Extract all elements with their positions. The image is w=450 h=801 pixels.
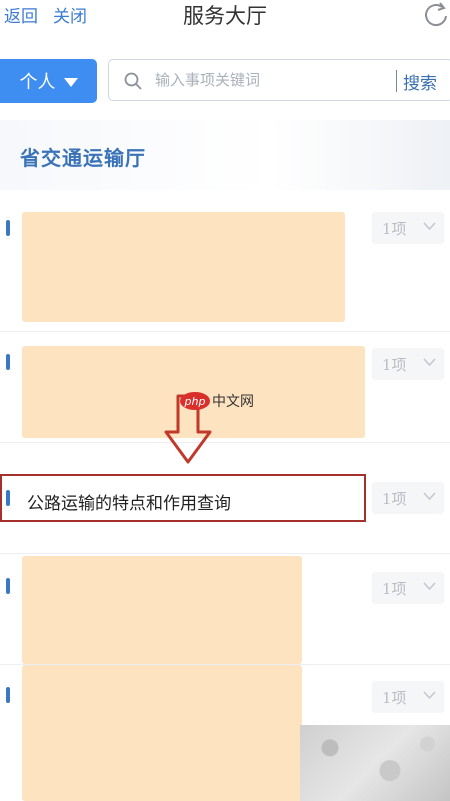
count-label: 1项 — [382, 688, 407, 707]
service-row-1[interactable]: 1项 — [0, 200, 450, 332]
row-marker — [6, 490, 10, 506]
chevron-down-icon — [423, 691, 436, 700]
row-marker — [6, 354, 10, 370]
count-dropdown[interactable]: 1项 — [372, 482, 444, 514]
department-title: 省交通运输厅 — [20, 146, 146, 170]
count-dropdown[interactable]: 1项 — [372, 348, 444, 380]
scope-label: 个人 — [19, 72, 56, 93]
chevron-down-icon — [423, 358, 436, 367]
watermark: php 中文网 — [180, 388, 254, 414]
count-dropdown[interactable]: 1项 — [372, 572, 444, 604]
row-marker — [6, 687, 10, 703]
scope-dropdown[interactable]: 个人 — [0, 59, 97, 103]
image-noise-block — [300, 725, 450, 801]
count-dropdown[interactable]: 1项 — [372, 681, 444, 713]
refresh-icon[interactable] — [420, 0, 450, 30]
count-label: 1项 — [382, 489, 407, 508]
watermark-logo: php — [180, 392, 210, 410]
count-label: 1项 — [382, 579, 407, 598]
search-button[interactable]: 搜索 — [403, 69, 437, 94]
row-marker — [6, 578, 10, 594]
count-label: 1项 — [382, 355, 407, 374]
redacted-block — [22, 212, 345, 322]
page-title: 服务大厅 — [183, 4, 267, 28]
search-divider — [396, 70, 397, 92]
chevron-down-icon — [423, 582, 436, 591]
watermark-text: 中文网 — [212, 394, 254, 410]
search-box: 搜索 — [108, 59, 450, 101]
service-row-4[interactable]: 1项 — [0, 554, 450, 665]
highlighted-service-item[interactable]: 公路运输的特点和作用查询 — [0, 474, 366, 522]
caret-down-icon — [63, 77, 78, 87]
service-item-label: 公路运输的特点和作用查询 — [27, 494, 231, 514]
search-icon — [124, 72, 142, 90]
redacted-block — [22, 556, 302, 664]
row-marker — [6, 220, 10, 236]
redacted-block — [22, 665, 302, 801]
top-bar: 返回 关闭 服务大厅 — [0, 0, 450, 36]
search-row: 个人 搜索 — [0, 56, 450, 106]
chevron-down-icon — [423, 492, 436, 501]
chevron-down-icon — [423, 222, 436, 231]
count-dropdown[interactable]: 1项 — [372, 212, 444, 244]
count-label: 1项 — [382, 219, 407, 238]
